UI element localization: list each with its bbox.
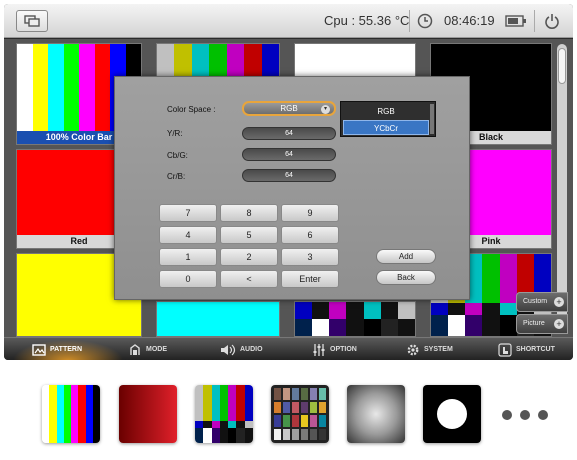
- nav-label: AUDIO: [240, 346, 263, 353]
- picture-label: Picture: [523, 320, 545, 327]
- chevron-down-icon: ▾: [321, 105, 330, 114]
- scroll-thumb[interactable]: [558, 48, 566, 84]
- keypad-key-5[interactable]: 5: [220, 226, 278, 244]
- more-dot[interactable]: [538, 410, 548, 420]
- pattern-tile-white[interactable]: [294, 43, 416, 79]
- back-button[interactable]: Back: [376, 270, 436, 285]
- thumb-color-bars[interactable]: [42, 385, 100, 443]
- pattern-tile-smpte[interactable]: [156, 43, 280, 79]
- nav-system[interactable]: SYSTEM: [406, 338, 453, 360]
- thumb-color-checker[interactable]: [271, 385, 329, 443]
- field-yr-input[interactable]: 64: [242, 127, 336, 140]
- color-space-dropdown: RGB YCbCr: [340, 101, 436, 137]
- nav-mode[interactable]: MODE: [128, 338, 167, 360]
- color-space-select[interactable]: RGB ▾: [242, 101, 336, 116]
- plus-icon: +: [554, 297, 564, 307]
- color-space-option-rgb[interactable]: RGB: [343, 104, 429, 119]
- custom-label: Custom: [523, 298, 548, 305]
- nav-label: SYSTEM: [424, 346, 453, 353]
- keypad-key-9[interactable]: 9: [281, 204, 339, 222]
- nav-label: SHORTCUT: [516, 346, 555, 353]
- keypad-key-8[interactable]: 8: [220, 204, 278, 222]
- nav-label: PATTERN: [50, 346, 83, 353]
- keypad-key-0[interactable]: 0: [159, 270, 217, 288]
- more-dot[interactable]: [520, 410, 530, 420]
- gear-icon: [407, 344, 419, 355]
- nav-label: OPTION: [330, 346, 357, 353]
- device-screen: Cpu : 55.36 °C 08:46:19 100% Color Bar B…: [4, 4, 573, 360]
- nav-shortcut[interactable]: SHORTCUT: [498, 338, 555, 360]
- cpu-temperature: Cpu : 55.36 °C: [324, 13, 410, 28]
- custom-color-dialog: Color Space : RGB ▾ RGB YCbCr Y/R: 64 Cb…: [114, 76, 470, 300]
- keypad-key-7[interactable]: 7: [159, 204, 217, 222]
- keypad-key-enter[interactable]: Enter: [281, 270, 339, 288]
- plus-icon: +: [554, 319, 564, 329]
- thumb-red-gradient[interactable]: [119, 385, 177, 443]
- field-cbg-input[interactable]: 64: [242, 148, 336, 161]
- keypad-key-3[interactable]: 3: [281, 248, 339, 266]
- more-dot[interactable]: [502, 410, 512, 420]
- keypad-key-2[interactable]: 2: [220, 248, 278, 266]
- speaker-icon: [221, 344, 236, 355]
- color-space-label: Color Space :: [167, 105, 216, 114]
- thumb-smpte-bars[interactable]: [195, 385, 253, 443]
- divider: [409, 10, 410, 32]
- picture-button[interactable]: Picture +: [516, 314, 568, 334]
- top-status-bar: Cpu : 55.36 °C 08:46:19: [4, 4, 573, 38]
- clock-icon: [416, 10, 434, 32]
- keypad-key-6[interactable]: 6: [281, 226, 339, 244]
- pattern-icon: [32, 343, 46, 356]
- bottom-nav-bar: PATTERN MODE AUDIO OPTION SYSTEM SHORTCU…: [4, 337, 573, 360]
- sliders-icon: [313, 343, 325, 356]
- custom-button[interactable]: Custom +: [516, 292, 568, 312]
- nav-pattern[interactable]: PATTERN: [32, 338, 82, 360]
- pattern-tile-smpte-bars-2[interactable]: [294, 301, 416, 337]
- thumb-white-circle[interactable]: [423, 385, 481, 443]
- keypad-key-1[interactable]: 1: [159, 248, 217, 266]
- window-icon[interactable]: [16, 10, 48, 32]
- keypad-key-4[interactable]: 4: [159, 226, 217, 244]
- nav-audio[interactable]: AUDIO: [220, 338, 263, 360]
- add-button[interactable]: Add: [376, 249, 436, 264]
- pattern-thumbnail-row: [0, 380, 577, 443]
- pattern-tile-cyan[interactable]: [156, 301, 280, 337]
- divider: [534, 10, 535, 32]
- clock-time: 08:46:19: [444, 13, 495, 28]
- mode-icon: [130, 343, 140, 355]
- thumb-gray-gradient[interactable]: [347, 385, 405, 443]
- hand-pointer-icon: [498, 342, 512, 357]
- nav-option[interactable]: OPTION: [312, 338, 357, 360]
- field-crb-input[interactable]: 64: [242, 169, 336, 182]
- field-label-crb: Cr/B:: [167, 172, 186, 181]
- field-label-yr: Y/R:: [167, 129, 183, 138]
- battery-icon: [504, 10, 528, 32]
- keypad-key-backspace[interactable]: <: [220, 270, 278, 288]
- nav-label: MODE: [146, 346, 167, 353]
- dropdown-scrollbar: [430, 104, 434, 134]
- color-space-option-ycbcr[interactable]: YCbCr: [343, 120, 429, 135]
- field-label-cbg: Cb/G:: [167, 151, 188, 160]
- scrollbar[interactable]: [557, 44, 567, 334]
- power-icon[interactable]: [542, 10, 562, 32]
- color-space-value: RGB: [280, 104, 298, 113]
